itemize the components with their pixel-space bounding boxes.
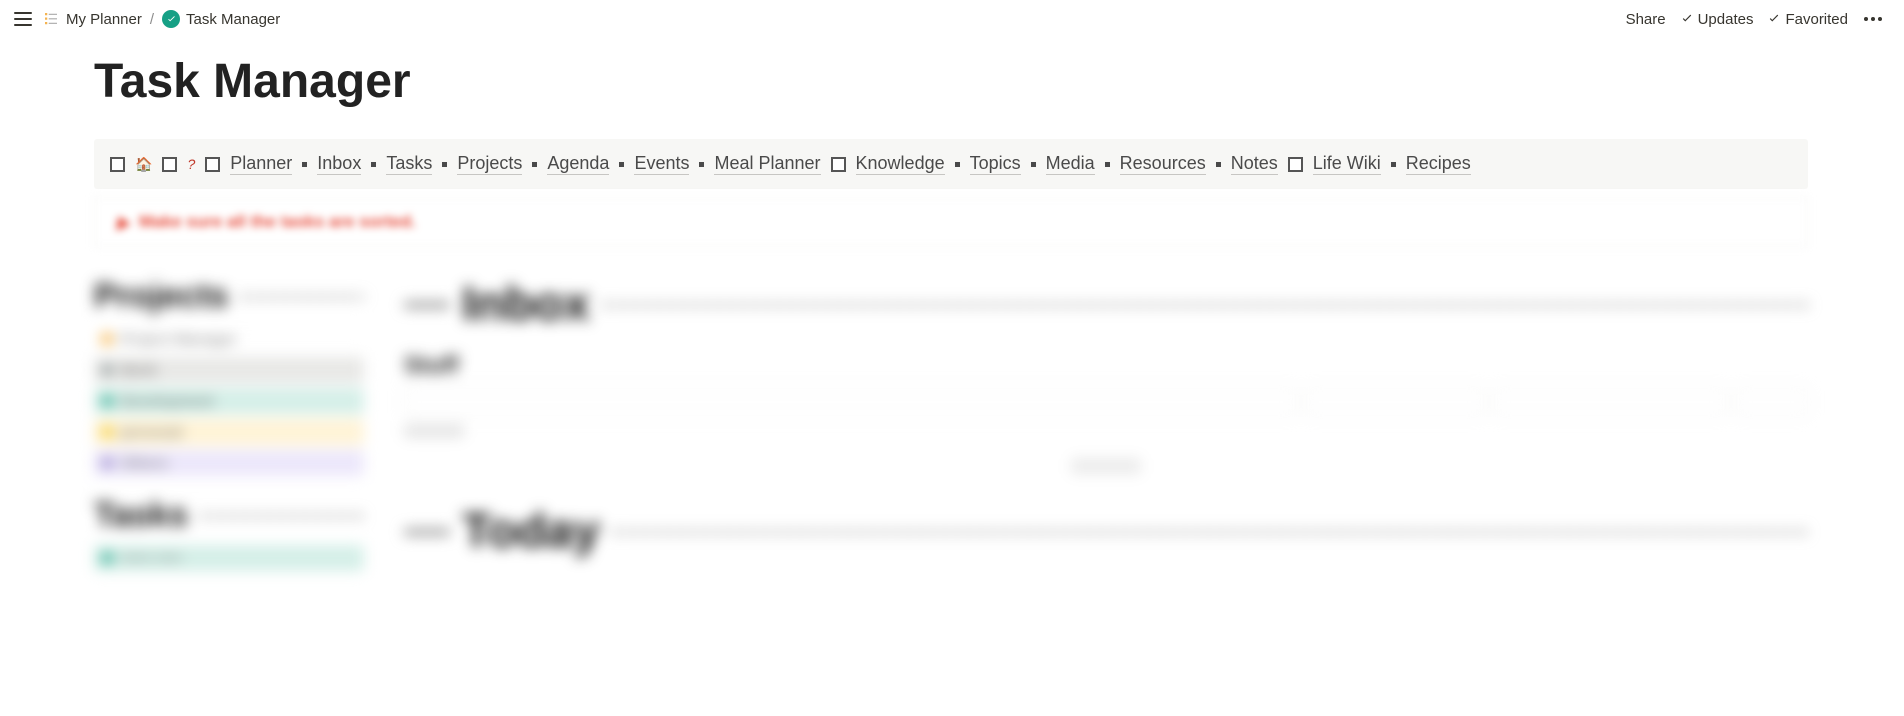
checkbox-icon[interactable]	[110, 157, 125, 172]
breadcrumb-current[interactable]: Task Manager	[162, 10, 280, 28]
breadcrumb-parent[interactable]: My Planner	[42, 10, 142, 28]
nav-link-planner[interactable]: Planner	[230, 153, 292, 175]
page-body: Task Manager 🏠 ? Planner Inbox Tasks Pro…	[0, 38, 1904, 616]
nav-link-notes[interactable]: Notes	[1231, 153, 1278, 175]
favorited-label: Favorited	[1785, 11, 1848, 28]
separator-dot	[1391, 162, 1396, 167]
separator-dot	[955, 162, 960, 167]
nav-link-knowledge[interactable]: Knowledge	[856, 153, 945, 175]
more-icon[interactable]	[1862, 8, 1884, 30]
list-icon	[42, 10, 60, 28]
nav-link-life-wiki[interactable]: Life Wiki	[1313, 153, 1381, 175]
checkbox-icon[interactable]	[205, 157, 220, 172]
favorited-button[interactable]: Favorited	[1767, 11, 1848, 28]
main-subheading: Stuff	[404, 352, 1808, 380]
separator-dot	[619, 162, 624, 167]
checkbox-icon[interactable]	[162, 157, 177, 172]
updates-label: Updates	[1698, 11, 1754, 28]
nav-link-resources[interactable]: Resources	[1120, 153, 1206, 175]
warning-callout: Make sure all the tasks are sorted.	[94, 197, 1808, 247]
separator-dot	[371, 162, 376, 167]
topbar: My Planner / Task Manager Share Updates	[0, 0, 1904, 38]
check-icon	[1680, 12, 1694, 26]
side-item[interactable]: Others	[94, 450, 364, 476]
divider	[602, 303, 1808, 307]
nav-link-agenda[interactable]: Agenda	[547, 153, 609, 175]
topbar-right: Share Updates Favorited	[1626, 8, 1884, 30]
nav-band: 🏠 ? Planner Inbox Tasks Projects Agenda …	[94, 139, 1808, 189]
breadcrumb-parent-label: My Planner	[66, 11, 142, 28]
home-icon[interactable]: 🏠	[135, 156, 152, 173]
pin-icon	[111, 213, 131, 231]
content-grid: Projects Project Manager Work Development p…	[94, 277, 1808, 576]
main-column: Inbox Stuff Today	[404, 277, 1808, 576]
separator-dot	[1031, 162, 1036, 167]
divider	[612, 530, 1808, 534]
topbar-left: My Planner / Task Manager	[14, 10, 280, 28]
nav-link-events[interactable]: Events	[634, 153, 689, 175]
separator-dot	[532, 162, 537, 167]
nav-link-inbox[interactable]: Inbox	[317, 153, 361, 175]
check-circle-icon	[162, 10, 180, 28]
side-item[interactable]: personal	[94, 419, 364, 445]
breadcrumb: My Planner / Task Manager	[42, 10, 280, 28]
separator-dot	[1105, 162, 1110, 167]
updates-button[interactable]: Updates	[1680, 11, 1754, 28]
nav-link-tasks[interactable]: Tasks	[386, 153, 432, 175]
checkbox-icon[interactable]	[1288, 157, 1303, 172]
nav-link-meal-planner[interactable]: Meal Planner	[714, 153, 820, 175]
page-title: Task Manager	[94, 54, 1904, 109]
placeholder	[1071, 458, 1141, 474]
question-icon[interactable]: ?	[187, 156, 195, 172]
nav-link-recipes[interactable]: Recipes	[1406, 153, 1471, 175]
check-icon	[1767, 12, 1781, 26]
side-item[interactable]: Development	[94, 388, 364, 414]
nav-link-projects[interactable]: Projects	[457, 153, 522, 175]
side-item[interactable]: Project Manager	[94, 326, 364, 352]
checkbox-icon[interactable]	[831, 157, 846, 172]
breadcrumb-separator: /	[150, 11, 154, 28]
separator-dot	[699, 162, 704, 167]
separator-dot	[1216, 162, 1221, 167]
main-heading-inbox: Inbox	[462, 277, 590, 332]
share-label: Share	[1626, 11, 1666, 28]
breadcrumb-current-label: Task Manager	[186, 11, 280, 28]
side-item[interactable]: Work	[94, 357, 364, 383]
separator-dot	[302, 162, 307, 167]
separator-dot	[442, 162, 447, 167]
divider	[240, 295, 364, 299]
side-heading-projects: Projects	[94, 277, 228, 316]
nav-link-media[interactable]: Media	[1046, 153, 1095, 175]
side-heading-tasks: Tasks	[94, 496, 188, 535]
share-button[interactable]: Share	[1626, 11, 1666, 28]
nav-link-topics[interactable]: Topics	[970, 153, 1021, 175]
warning-text: Make sure all the tasks are sorted.	[139, 212, 416, 232]
divider	[200, 514, 364, 518]
main-heading-today: Today	[462, 504, 600, 559]
side-column: Projects Project Manager Work Development p…	[94, 277, 364, 576]
menu-icon[interactable]	[14, 12, 32, 26]
